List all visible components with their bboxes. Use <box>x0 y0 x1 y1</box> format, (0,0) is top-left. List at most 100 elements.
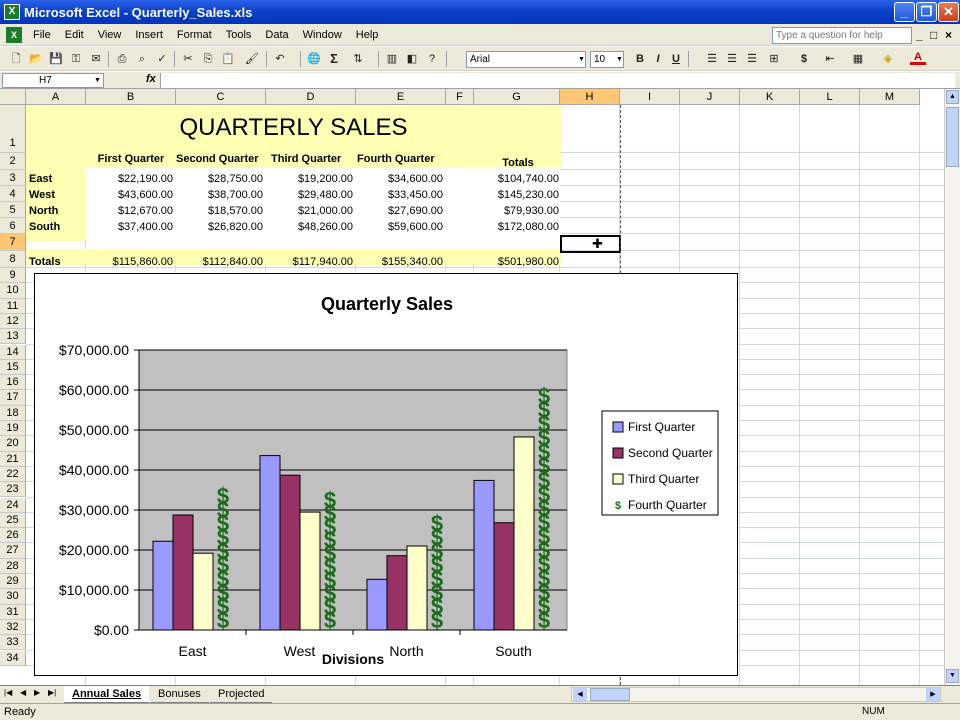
row-header-34[interactable]: 34 <box>0 650 26 666</box>
fill-color-icon[interactable]: ◈ <box>880 51 896 67</box>
row-header-7[interactable]: 7 <box>0 234 26 251</box>
menu-file[interactable]: File <box>26 24 58 46</box>
row-header-20[interactable]: 20 <box>0 436 26 452</box>
row-west-total-cell[interactable]: $145,230.00 <box>475 189 561 201</box>
italic-button[interactable]: I <box>650 51 666 67</box>
column-header-l[interactable]: L <box>800 89 860 105</box>
excel-app-icon[interactable]: X <box>4 4 20 20</box>
row-north-label[interactable]: North <box>29 205 85 217</box>
scroll-right-icon[interactable]: ▶ <box>926 688 940 701</box>
row-west-q2-cell[interactable]: $38,700.00 <box>177 189 265 201</box>
row-totals-q2-cell[interactable]: $112,840.00 <box>177 256 265 268</box>
sheet-title[interactable]: QUARTERLY SALES <box>26 111 561 145</box>
fx-icon[interactable]: fx <box>146 73 156 85</box>
column-header-b[interactable]: B <box>86 89 176 105</box>
row-header-1[interactable]: 1 <box>0 105 26 153</box>
font-color-icon[interactable]: A <box>910 51 926 65</box>
row-west-label[interactable]: West <box>29 189 85 201</box>
embedded-chart[interactable]: $0.00 $10,000.00 $20,000.00 $30,000.00 $40,0… <box>34 273 738 676</box>
row-header-19[interactable]: 19 <box>0 421 26 437</box>
merge-center-icon[interactable]: ⊞ <box>766 51 782 67</box>
align-right-icon[interactable]: ☰ <box>744 51 760 67</box>
tab-annual-sales[interactable]: Annual Sales <box>64 686 150 703</box>
underline-button[interactable]: U <box>668 51 684 67</box>
formula-input[interactable] <box>160 73 955 88</box>
row-header-22[interactable]: 22 <box>0 466 26 483</box>
column-header-k[interactable]: K <box>740 89 800 105</box>
row-header-25[interactable]: 25 <box>0 512 26 529</box>
select-all-corner[interactable] <box>0 89 26 105</box>
menu-edit[interactable]: Edit <box>58 24 91 46</box>
row-header-24[interactable]: 24 <box>0 497 26 513</box>
column-header-e[interactable]: E <box>356 89 446 105</box>
column-header-j[interactable]: J <box>680 89 740 105</box>
currency-button[interactable]: $ <box>796 51 812 67</box>
row-totals-q4-cell[interactable]: $155,340.00 <box>357 256 445 268</box>
row-header-29[interactable]: 29 <box>0 574 26 590</box>
column-header-h[interactable]: H <box>560 89 620 105</box>
row-header-21[interactable]: 21 <box>0 451 26 467</box>
column-header-g[interactable]: G <box>474 89 560 105</box>
row-north-q1-cell[interactable]: $12,670.00 <box>87 205 175 217</box>
font-dropdown-icon[interactable]: ▼ <box>578 56 585 63</box>
print-icon[interactable]: ⎙ <box>114 51 130 67</box>
row-header-32[interactable]: 32 <box>0 619 26 636</box>
row-east-total-cell[interactable]: $104,740.00 <box>475 173 561 185</box>
align-left-icon[interactable]: ☰ <box>704 51 720 67</box>
row-south-q4-cell[interactable]: $59,600.00 <box>357 221 445 233</box>
column-header-c[interactable]: C <box>176 89 266 105</box>
row-west-q4-cell[interactable]: $33,450.00 <box>357 189 445 201</box>
row-header-6[interactable]: 6 <box>0 218 26 234</box>
row-header-26[interactable]: 26 <box>0 528 26 544</box>
row-header-12[interactable]: 12 <box>0 313 26 330</box>
autosum-icon[interactable]: Σ <box>326 51 342 67</box>
name-box[interactable]: H7 <box>2 73 104 88</box>
tab-projected[interactable]: Projected <box>210 686 273 703</box>
column-header-d[interactable]: D <box>266 89 356 105</box>
drawing-icon[interactable]: ◧ <box>404 51 420 67</box>
row-header-8[interactable]: 8 <box>0 251 26 268</box>
row-north-total-cell[interactable]: $79,930.00 <box>475 205 561 217</box>
row-header-16[interactable]: 16 <box>0 375 26 391</box>
email-icon[interactable]: ✉ <box>88 51 104 67</box>
scroll-down-icon[interactable]: ▼ <box>946 669 959 683</box>
spreadsheet-grid[interactable]: ABCDEFGHIJKLM 1 2 3 4 5 6 7 8 9 10 11 12 13 14 15 16 17 1… <box>0 89 960 685</box>
close-button[interactable]: ✕ <box>938 2 959 22</box>
next-sheet-icon[interactable]: ▶ <box>34 688 40 697</box>
column-header-f[interactable]: F <box>446 89 474 105</box>
row-header-17[interactable]: 17 <box>0 390 26 406</box>
vertical-scrollbar[interactable]: ▲ ▼ <box>944 89 960 685</box>
scroll-up-icon[interactable]: ▲ <box>946 90 959 104</box>
sort-ascending-icon[interactable]: ⇅ <box>350 51 366 67</box>
spelling-icon[interactable]: ✓ <box>154 51 170 67</box>
row-header-2[interactable]: 2 <box>0 153 26 170</box>
row-south-q3-cell[interactable]: $48,260.00 <box>267 221 355 233</box>
row-header-4[interactable]: 4 <box>0 186 26 202</box>
row-header-28[interactable]: 28 <box>0 558 26 574</box>
row-header-15[interactable]: 15 <box>0 359 26 376</box>
row-header-5[interactable]: 5 <box>0 202 26 218</box>
format-painter-icon[interactable]: 🖌 <box>244 51 260 67</box>
minimize-button[interactable]: _ <box>894 2 915 22</box>
align-center-icon[interactable]: ☰ <box>724 51 740 67</box>
row-header-3[interactable]: 3 <box>0 170 26 186</box>
row-south-q2-cell[interactable]: $26,820.00 <box>177 221 265 233</box>
row-west-q1-cell[interactable]: $43,600.00 <box>87 189 175 201</box>
column-header-a[interactable]: A <box>26 89 86 105</box>
menu-insert[interactable]: Insert <box>128 24 170 46</box>
hyperlink-icon[interactable]: 🌐 <box>306 51 322 67</box>
row-south-q1-cell[interactable]: $37,400.00 <box>87 221 175 233</box>
row-header-31[interactable]: 31 <box>0 604 26 620</box>
workbook-icon[interactable]: X <box>6 26 22 43</box>
cut-icon[interactable]: ✂ <box>180 51 196 67</box>
row-totals-q3-cell[interactable]: $117,940.00 <box>267 256 355 268</box>
menu-help[interactable]: Help <box>349 24 386 46</box>
row-header-23[interactable]: 23 <box>0 482 26 498</box>
permission-icon[interactable]: ⚿ <box>68 51 84 67</box>
header-second-quarter[interactable]: Second Quarter <box>176 153 265 165</box>
header-fourth-quarter[interactable]: Fourth Quarter <box>357 153 446 165</box>
row-header-10[interactable]: 10 <box>0 283 26 299</box>
header-first-quarter[interactable]: First Quarter <box>87 153 175 165</box>
row-header-9[interactable]: 9 <box>0 268 26 284</box>
menu-tools[interactable]: Tools <box>219 24 259 46</box>
